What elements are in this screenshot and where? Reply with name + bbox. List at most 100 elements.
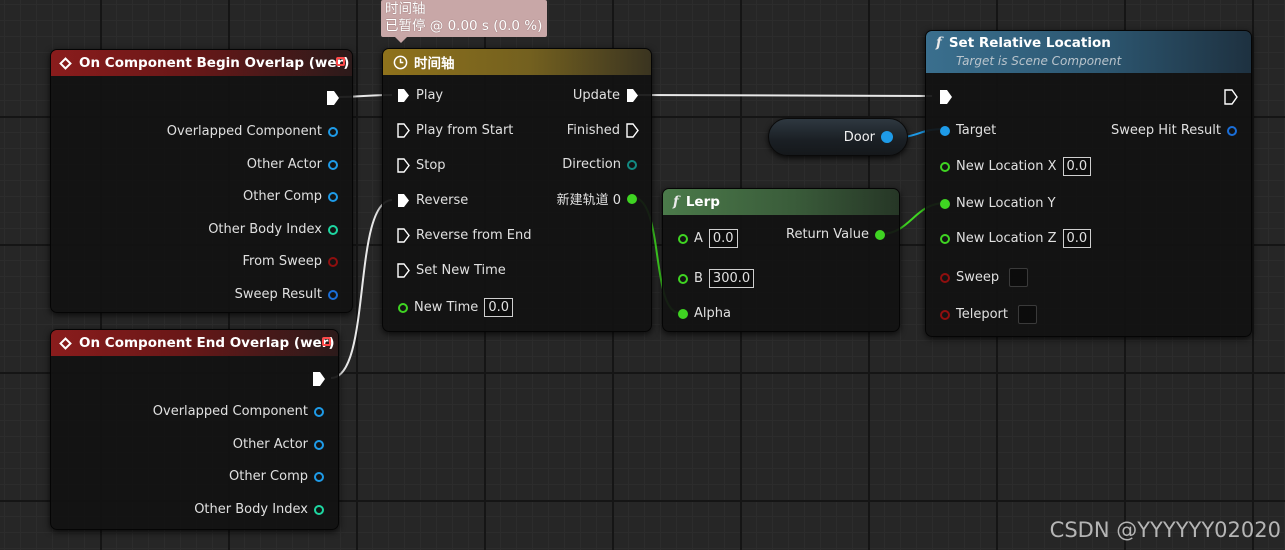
object-pin-icon[interactable] — [314, 439, 324, 450]
pin-label: Stop — [416, 158, 446, 173]
float-pin-icon[interactable] — [678, 308, 688, 319]
begin-pin-overlapped-component[interactable]: Overlapped Component — [167, 124, 338, 139]
begin-pin-sweep-result[interactable]: Sweep Result — [235, 287, 338, 302]
lerp-node[interactable]: f Lerp A 0.0 B 300.0 Alpha Return Value — [662, 188, 900, 332]
object-pin-icon[interactable] — [328, 191, 338, 202]
location-x-input[interactable]: 0.0 — [1062, 157, 1092, 176]
float-pin-icon[interactable] — [398, 302, 408, 313]
begin-pin-other-comp[interactable]: Other Comp — [243, 189, 338, 204]
timeline-header[interactable]: 时间轴 — [383, 49, 651, 75]
object-pin-icon[interactable] — [328, 159, 338, 170]
bool-pin-icon[interactable] — [328, 256, 338, 267]
set-relative-location-node[interactable]: f Set Relative Location Target is Scene … — [925, 30, 1252, 337]
end-overlap-title: On Component End Overlap (wer) — [79, 335, 335, 351]
begin-overlap-header[interactable]: On Component Begin Overlap (wer) — [51, 50, 352, 76]
timeline-title: 时间轴 — [414, 56, 455, 72]
object-pin-icon[interactable] — [328, 126, 338, 137]
float-pin-icon[interactable] — [875, 229, 885, 240]
lerp-pin-return[interactable]: Return Value — [786, 227, 885, 242]
timeline-pin-reverse-from-end[interactable]: Reverse from End — [397, 228, 531, 243]
lerp-title: Lerp — [685, 194, 720, 210]
begin-overlap-node[interactable]: On Component Begin Overlap (wer) Overlap… — [50, 49, 353, 313]
timeline-pin-track-0[interactable]: 新建轨道 0 — [557, 189, 637, 208]
exec-in-icon — [398, 194, 409, 207]
pin-label: Other Comp — [243, 189, 322, 204]
float-pin-icon[interactable] — [627, 193, 637, 204]
object-pin-icon[interactable] — [314, 406, 324, 417]
pin-label: Other Actor — [232, 437, 308, 452]
pin-label: Return Value — [786, 227, 869, 242]
lerp-b-input[interactable]: 300.0 — [708, 269, 755, 288]
pin-label: Update — [572, 88, 620, 103]
timeline-pin-new-time[interactable]: New Time 0.0 — [398, 298, 513, 317]
float-pin-icon[interactable] — [940, 233, 950, 244]
timeline-pin-direction[interactable]: Direction — [562, 157, 637, 172]
enum-pin-icon[interactable] — [627, 159, 637, 170]
tooltip-status: 已暂停 @ 0.00 s (0.0 %) — [385, 18, 543, 34]
set-location-pin-z[interactable]: New Location Z 0.0 — [940, 229, 1092, 248]
struct-pin-icon[interactable] — [1227, 125, 1237, 136]
int-pin-icon[interactable] — [328, 224, 338, 235]
timeline-pin-reverse[interactable]: Reverse — [397, 193, 468, 208]
end-exec-out-pin[interactable] — [312, 371, 326, 387]
set-location-pin-sweep-hit[interactable]: Sweep Hit Result — [1111, 123, 1237, 138]
set-location-pin-target[interactable]: Target — [940, 123, 996, 138]
object-pin-icon[interactable] — [881, 131, 893, 143]
set-location-pin-x[interactable]: New Location X 0.0 — [940, 157, 1092, 176]
float-pin-icon[interactable] — [678, 233, 688, 244]
pin-label: Overlapped Component — [152, 404, 308, 419]
pin-label: B — [694, 271, 703, 286]
timeline-pin-stop[interactable]: Stop — [397, 158, 446, 173]
pin-label: Overlapped Component — [166, 124, 322, 139]
lerp-header[interactable]: f Lerp — [663, 189, 899, 215]
delegate-square-icon[interactable] — [322, 337, 331, 346]
door-variable-node[interactable]: Door — [768, 118, 908, 156]
float-pin-icon[interactable] — [940, 161, 950, 172]
int-pin-icon[interactable] — [314, 504, 324, 515]
begin-pin-other-actor[interactable]: Other Actor — [247, 157, 338, 172]
float-pin-icon[interactable] — [678, 273, 688, 284]
timeline-pin-play-from-start[interactable]: Play from Start — [397, 123, 513, 138]
location-z-input[interactable]: 0.0 — [1062, 229, 1092, 248]
end-overlap-node[interactable]: On Component End Overlap (wer) Overlappe… — [50, 329, 339, 530]
new-time-input[interactable]: 0.0 — [484, 298, 513, 317]
object-pin-icon[interactable] — [940, 125, 950, 136]
begin-pin-other-body-index[interactable]: Other Body Index — [208, 222, 338, 237]
timeline-pin-play[interactable]: Play — [397, 88, 443, 103]
set-location-subtitle: Target is Scene Component — [956, 54, 1122, 68]
set-location-pin-sweep[interactable]: Sweep — [940, 268, 1029, 287]
set-relative-location-header[interactable]: f Set Relative Location Target is Scene … — [926, 31, 1251, 73]
set-location-exec-out[interactable] — [1224, 89, 1238, 105]
end-pin-other-comp[interactable]: Other Comp — [229, 469, 324, 484]
timeline-pin-set-new-time[interactable]: Set New Time — [397, 263, 506, 278]
end-overlap-header[interactable]: On Component End Overlap (wer) — [51, 330, 338, 356]
lerp-pin-a[interactable]: A 0.0 — [678, 229, 738, 248]
lerp-pin-b[interactable]: B 300.0 — [678, 269, 755, 288]
timeline-pin-update[interactable]: Update — [573, 88, 639, 103]
set-location-exec-in[interactable] — [939, 89, 953, 105]
object-pin-icon[interactable] — [314, 471, 324, 482]
timeline-pin-finished[interactable]: Finished — [567, 123, 639, 138]
pin-label: Teleport — [956, 307, 1008, 322]
delegate-square-icon[interactable] — [336, 57, 345, 66]
float-pin-icon[interactable] — [940, 198, 950, 209]
bool-pin-icon[interactable] — [940, 272, 950, 283]
pin-label: Reverse — [416, 193, 469, 208]
struct-pin-icon[interactable] — [328, 289, 338, 300]
lerp-pin-alpha[interactable]: Alpha — [678, 306, 731, 321]
timeline-node[interactable]: 时间轴 Play Play from Start Stop Reverse Re… — [382, 48, 652, 332]
exec-in-icon — [398, 89, 409, 102]
set-location-pin-teleport[interactable]: Teleport — [940, 305, 1037, 324]
end-pin-other-body-index[interactable]: Other Body Index — [194, 502, 324, 517]
bool-pin-icon[interactable] — [940, 309, 950, 320]
watermark: CSDN @YYYYYY02020 — [1049, 518, 1281, 542]
sweep-checkbox[interactable] — [1009, 268, 1029, 287]
lerp-a-input[interactable]: 0.0 — [708, 229, 738, 248]
end-pin-other-actor[interactable]: Other Actor — [233, 437, 324, 452]
set-location-pin-y[interactable]: New Location Y — [940, 196, 1056, 211]
pin-label: Reverse from End — [416, 228, 532, 243]
begin-pin-from-sweep[interactable]: From Sweep — [243, 254, 338, 269]
end-pin-overlapped-component[interactable]: Overlapped Component — [153, 404, 324, 419]
begin-exec-out-pin[interactable] — [326, 90, 340, 106]
teleport-checkbox[interactable] — [1018, 305, 1037, 324]
